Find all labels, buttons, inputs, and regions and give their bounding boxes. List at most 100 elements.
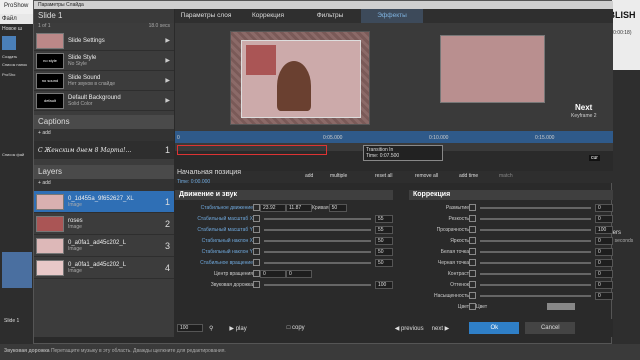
correction-label: Насыщенность [433, 292, 469, 299]
add-keyframe-button[interactable]: add [305, 173, 313, 179]
correction-value[interactable]: 0 [595, 269, 613, 278]
motion-row: Стабильный масштаб Х 55 [175, 213, 393, 224]
previous-button[interactable]: ◀ previous [395, 325, 424, 332]
preview-next-slide[interactable] [440, 35, 545, 103]
play-button[interactable]: ▶ play [229, 325, 246, 332]
color-swatch[interactable] [547, 303, 576, 310]
ok-button[interactable]: Ok [469, 322, 520, 334]
cancel-button[interactable]: Cancel [525, 322, 576, 334]
motion-slider[interactable] [264, 228, 371, 231]
multiple-button[interactable]: multiple [330, 173, 347, 179]
correction-value[interactable]: 0 [595, 258, 613, 267]
correction-value[interactable]: 0 [595, 280, 613, 289]
match-button[interactable]: match [499, 173, 513, 179]
color-checkbox[interactable] [469, 303, 476, 310]
correction-slider[interactable] [480, 250, 591, 253]
correction-checkbox[interactable] [469, 259, 476, 266]
motion-checkbox[interactable] [253, 237, 260, 244]
keyframe-timeline[interactable]: 0 0:05.000 0:10.000 0:15.000 Transition … [175, 131, 613, 171]
correction-checkbox[interactable] [469, 292, 476, 299]
correction-checkbox[interactable] [469, 248, 476, 255]
copy-button[interactable]: □ copy [287, 325, 305, 331]
caption-item[interactable]: С Женским днем 8 Марта!... 1 [34, 141, 174, 159]
tab-filters[interactable]: Фильтры [299, 9, 361, 23]
correction-slider[interactable] [480, 228, 591, 231]
motion-x-input[interactable]: 23.92 [260, 203, 286, 212]
next-button[interactable]: next ▶ [432, 325, 450, 332]
correction-checkbox[interactable] [469, 237, 476, 244]
motion-checkbox[interactable] [253, 259, 260, 266]
motion-value[interactable]: 55 [375, 225, 393, 234]
preview-current-slide[interactable] [230, 31, 370, 125]
correction-checkbox[interactable] [469, 270, 476, 277]
layer-num: 3 [164, 240, 170, 251]
correction-slider[interactable] [480, 217, 591, 220]
correction-value[interactable]: 0 [595, 291, 613, 300]
motion-value[interactable]: 100 [375, 280, 393, 289]
layer-row[interactable]: 0_1d455a_9f652627_XL Image 1 [34, 191, 174, 213]
caption-num: 1 [164, 145, 170, 155]
motion-slider[interactable] [264, 283, 371, 286]
correction-value[interactable]: 0 [595, 203, 613, 212]
slide-menu-item[interactable]: Slide Settings ▶ [34, 31, 174, 51]
correction-checkbox[interactable] [469, 215, 476, 222]
create-icon[interactable] [2, 36, 16, 50]
tab-effects[interactable]: Эффекты [361, 9, 423, 23]
slide-menu-thumb: no style [36, 52, 64, 69]
motion-checkbox[interactable] [253, 226, 260, 233]
motion-slider[interactable] [264, 261, 371, 264]
motion-checkbox[interactable] [253, 215, 260, 222]
ruler-0: 0 [177, 135, 180, 141]
search-icon[interactable]: ⚲ [209, 325, 213, 332]
motion-value[interactable]: 50 [328, 203, 347, 212]
motion-checkbox[interactable] [253, 204, 260, 211]
motion-checkbox[interactable] [253, 270, 260, 277]
motion-value[interactable]: 55 [375, 214, 393, 223]
motion-slider[interactable] [264, 250, 371, 253]
slide-menu-item[interactable]: no style Slide Style No Style ▶ [34, 51, 174, 71]
layer-row[interactable]: 0_a0fa1_ad45c202_L Image 4 [34, 257, 174, 279]
cur-marker[interactable]: cur [589, 155, 600, 161]
correction-checkbox[interactable] [469, 226, 476, 233]
zoom-input[interactable]: 100 [177, 324, 203, 332]
motion-y-input[interactable]: 0 [286, 269, 312, 278]
slide-thumb-icon[interactable] [2, 252, 32, 288]
preview-area: Next Keyframe 2 [175, 23, 613, 131]
tab-layer-settings[interactable]: Параметры слоя [175, 9, 237, 23]
correction-value[interactable]: 0 [595, 236, 613, 245]
tab-correction[interactable]: Коррекция [237, 9, 299, 23]
motion-y-input[interactable]: 11.87 [286, 203, 312, 212]
motion-checkbox[interactable] [253, 281, 260, 288]
correction-slider[interactable] [480, 261, 591, 264]
correction-slider[interactable] [480, 294, 591, 297]
correction-value[interactable]: 100 [595, 225, 613, 234]
new-show-label: Новое ш [2, 26, 22, 32]
slide-menu-item[interactable]: default Default Background Solid Color ▶ [34, 91, 174, 111]
slide-menu-sub: No Style [68, 60, 87, 67]
motion-slider[interactable] [264, 239, 371, 242]
correction-checkbox[interactable] [469, 281, 476, 288]
transition-region[interactable] [177, 145, 327, 155]
reset-all-button[interactable]: reset all [375, 173, 393, 179]
layer-row[interactable]: roses Image 2 [34, 213, 174, 235]
correction-value[interactable]: 0 [595, 247, 613, 256]
correction-slider[interactable] [480, 239, 591, 242]
correction-slider[interactable] [480, 272, 591, 275]
correction-slider[interactable] [480, 206, 591, 209]
correction-slider[interactable] [480, 283, 591, 286]
remove-all-button[interactable]: remove all [415, 173, 438, 179]
screen: ProShow Файл Новое ш Создать Список папо… [0, 0, 640, 360]
motion-value[interactable]: 50 [375, 236, 393, 245]
motion-checkbox[interactable] [253, 248, 260, 255]
motion-x-input[interactable]: 0 [260, 269, 286, 278]
motion-slider[interactable] [264, 217, 371, 220]
slide-menu-item[interactable]: no sound Slide Sound Нет звуков в слайде ▶ [34, 71, 174, 91]
add-time-button[interactable]: add time [459, 173, 478, 179]
layer-row[interactable]: 0_a0fa1_ad45c202_L Image 3 [34, 235, 174, 257]
layer-type: Image [68, 223, 82, 230]
layers-toolbar: + add [34, 179, 174, 191]
correction-value[interactable]: 0 [595, 214, 613, 223]
correction-checkbox[interactable] [469, 204, 476, 211]
motion-value[interactable]: 50 [375, 258, 393, 267]
motion-value[interactable]: 50 [375, 247, 393, 256]
